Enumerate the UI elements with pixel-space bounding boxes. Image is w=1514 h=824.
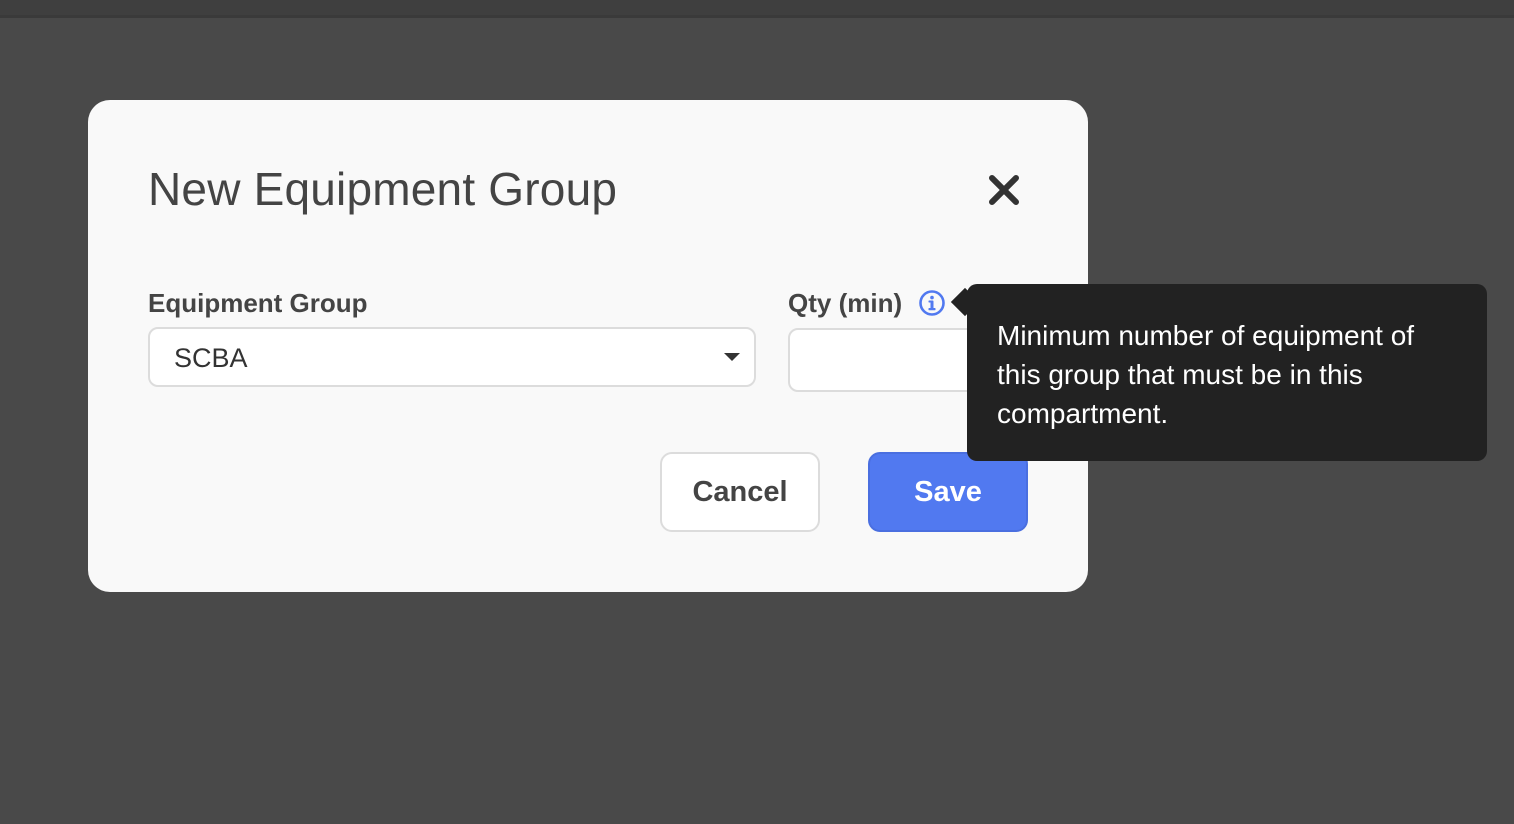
info-icon[interactable] xyxy=(918,289,946,317)
close-button[interactable] xyxy=(984,170,1024,210)
cancel-button[interactable]: Cancel xyxy=(660,452,820,532)
equipment-group-select[interactable]: SCBA xyxy=(148,327,756,387)
equipment-group-selected-value: SCBA xyxy=(174,343,248,373)
top-bar xyxy=(0,0,1514,18)
qty-info-tooltip: Minimum number of equipment of this grou… xyxy=(967,284,1487,461)
close-icon xyxy=(989,175,1019,205)
qty-min-label: Qty (min) xyxy=(788,288,903,318)
new-equipment-group-dialog: New Equipment Group Equipment Group SCBA… xyxy=(88,100,1088,592)
dialog-title: New Equipment Group xyxy=(148,163,618,215)
save-button[interactable]: Save xyxy=(868,452,1028,532)
caret-down-icon xyxy=(724,353,740,361)
equipment-group-label: Equipment Group xyxy=(148,288,368,318)
